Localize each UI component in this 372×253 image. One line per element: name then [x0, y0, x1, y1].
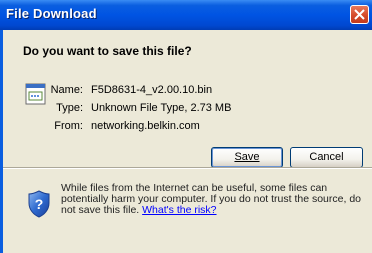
file-info-section: Do you want to save this file? Name: F5D… [3, 30, 372, 168]
close-icon [354, 9, 365, 20]
file-source-value: networking.belkin.com [91, 120, 200, 132]
save-button[interactable]: Save [211, 147, 283, 168]
type-label: Type: [56, 102, 83, 114]
warning-message: While files from the Internet can be use… [61, 183, 367, 216]
svg-text:?: ? [35, 196, 44, 212]
whats-the-risk-link[interactable]: What's the risk? [142, 204, 216, 216]
close-button[interactable] [350, 5, 369, 24]
file-download-dialog: File Download Do you want to save this f… [0, 0, 372, 253]
window-title: File Download [6, 6, 97, 21]
file-name-value: F5D8631-4_v2.00.10.bin [91, 84, 213, 96]
from-label: From: [54, 120, 83, 132]
file-type-value: Unknown File Type, 2.73 MB [91, 102, 232, 114]
save-button-label: Save [234, 151, 260, 163]
cancel-button[interactable]: Cancel [290, 147, 363, 168]
dialog-question: Do you want to save this file? [23, 44, 192, 58]
title-bar[interactable]: File Download [0, 0, 372, 30]
name-label: Name: [50, 84, 83, 96]
cancel-button-label: Cancel [309, 151, 344, 163]
shield-question-icon: ? [28, 190, 50, 218]
warning-section: ? While files from the Internet can be u… [3, 169, 372, 253]
dialog-body: Do you want to save this file? Name: F5D… [0, 30, 372, 253]
